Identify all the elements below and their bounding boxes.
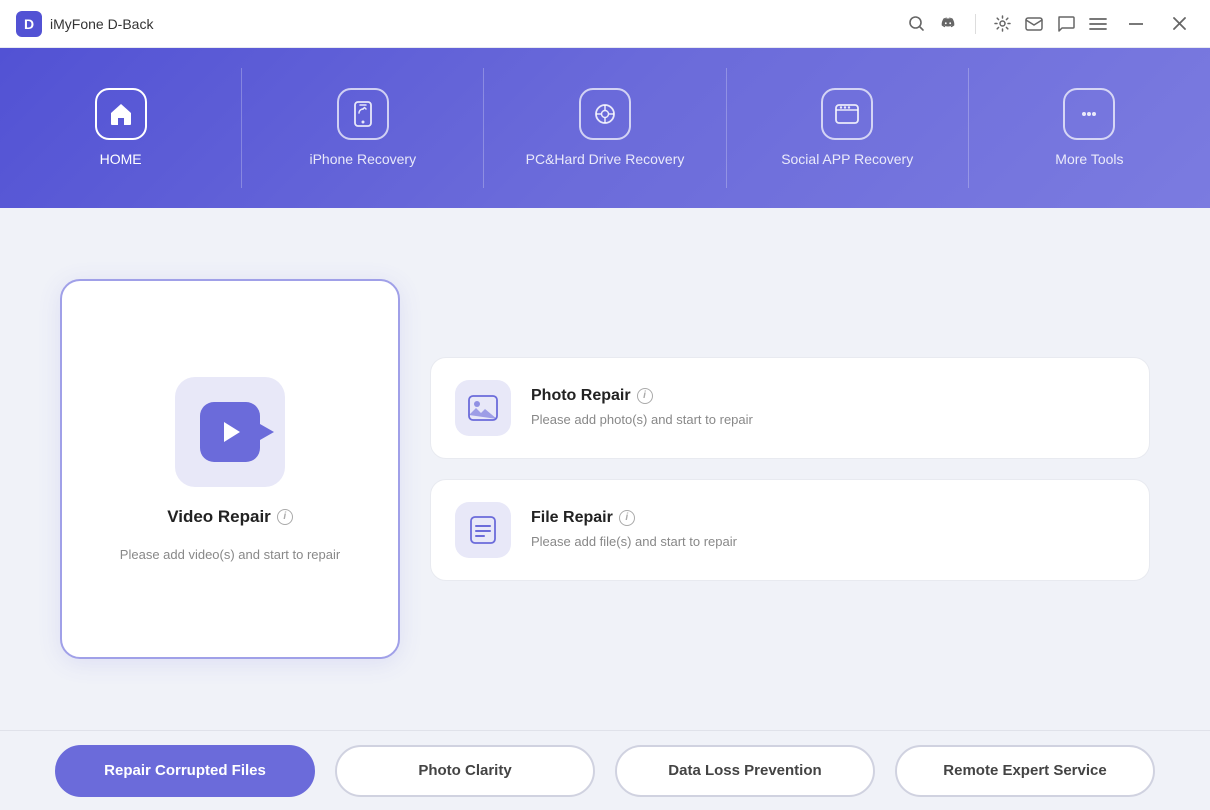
bottom-bar: Repair Corrupted Files Photo Clarity Dat… <box>0 730 1210 810</box>
app-title: iMyFone D-Back <box>50 16 153 32</box>
discord-icon[interactable] <box>939 15 957 33</box>
photo-repair-icon-bg <box>455 380 511 436</box>
nav-bar: HOME iPhone Recovery <box>0 48 1210 208</box>
video-repair-icon-bg <box>175 377 285 487</box>
file-repair-icon-bg <box>455 502 511 558</box>
close-button[interactable] <box>1165 13 1194 34</box>
nav-home-label: HOME <box>100 150 142 168</box>
file-repair-desc: Please add file(s) and start to repair <box>531 533 737 551</box>
photo-repair-desc: Please add photo(s) and start to repair <box>531 411 753 429</box>
nav-pc-label: PC&Hard Drive Recovery <box>526 150 685 168</box>
more-tools-icon <box>1063 88 1115 140</box>
title-bar: D iMyFone D-Back <box>0 0 1210 48</box>
file-repair-title: File Repair i <box>531 509 737 527</box>
nav-social-label: Social APP Recovery <box>781 150 913 168</box>
video-repair-title: Video Repair i <box>167 507 293 527</box>
photo-repair-title: Photo Repair i <box>531 387 753 405</box>
social-icon <box>821 88 873 140</box>
minimize-button[interactable] <box>1121 19 1151 29</box>
menu-icon[interactable] <box>1089 17 1107 31</box>
photo-repair-text: Photo Repair i Please add photo(s) and s… <box>531 387 753 429</box>
nav-item-social-recovery[interactable]: Social APP Recovery <box>727 48 968 208</box>
video-repair-info-icon[interactable]: i <box>277 509 293 525</box>
pc-icon <box>579 88 631 140</box>
file-repair-card[interactable]: File Repair i Please add file(s) and sta… <box>430 479 1150 581</box>
repair-corrupted-files-button[interactable]: Repair Corrupted Files <box>55 745 315 797</box>
chat-icon[interactable] <box>1057 15 1075 33</box>
title-bar-controls <box>908 13 1194 34</box>
video-repair-desc: Please add video(s) and start to repair <box>120 547 340 562</box>
data-loss-prevention-button[interactable]: Data Loss Prevention <box>615 745 875 797</box>
nav-item-pc-recovery[interactable]: PC&Hard Drive Recovery <box>484 48 725 208</box>
nav-item-home[interactable]: HOME <box>0 48 241 208</box>
nav-item-iphone-recovery[interactable]: iPhone Recovery <box>242 48 483 208</box>
file-repair-info-icon[interactable]: i <box>619 510 635 526</box>
logo-icon: D <box>16 11 42 37</box>
nav-item-more-tools[interactable]: More Tools <box>969 48 1210 208</box>
photo-repair-card[interactable]: Photo Repair i Please add photo(s) and s… <box>430 357 1150 459</box>
photo-repair-info-icon[interactable]: i <box>637 388 653 404</box>
settings-icon[interactable] <box>994 15 1011 32</box>
search-icon[interactable] <box>908 15 925 32</box>
video-play-icon <box>200 402 260 462</box>
toolbar-divider <box>975 14 976 34</box>
right-cards: Photo Repair i Please add photo(s) and s… <box>430 357 1150 581</box>
camera-ear-icon <box>260 424 274 440</box>
nav-iphone-label: iPhone Recovery <box>309 150 416 168</box>
photo-clarity-button[interactable]: Photo Clarity <box>335 745 595 797</box>
video-repair-card[interactable]: Video Repair i Please add video(s) and s… <box>60 279 400 659</box>
mail-icon[interactable] <box>1025 17 1043 31</box>
file-repair-text: File Repair i Please add file(s) and sta… <box>531 509 737 551</box>
nav-more-label: More Tools <box>1055 150 1123 168</box>
iphone-icon <box>337 88 389 140</box>
remote-expert-service-button[interactable]: Remote Expert Service <box>895 745 1155 797</box>
main-content: Video Repair i Please add video(s) and s… <box>0 208 1210 730</box>
app-logo: D iMyFone D-Back <box>16 11 908 37</box>
home-icon <box>95 88 147 140</box>
